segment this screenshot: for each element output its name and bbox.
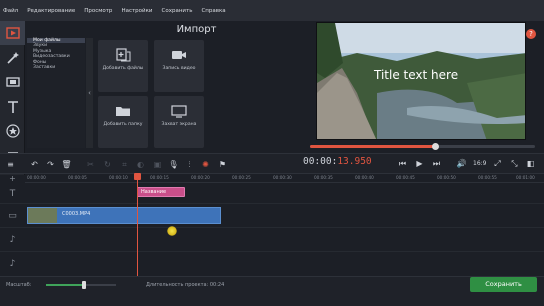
delete-icon[interactable]: 🗑 [60, 158, 73, 171]
mic-icon[interactable]: 🎙 [167, 158, 180, 171]
video-preview: Title text here [316, 22, 526, 140]
add-folder-button[interactable]: Добавить папку [98, 96, 148, 148]
ruler-tick: 00:00:15 [150, 175, 169, 180]
stabilize-icon[interactable]: ▣ [151, 158, 164, 171]
music-note-icon: ♪ [9, 235, 16, 245]
add-files-button[interactable]: Добавить файлы [98, 40, 148, 92]
fullscreen-icon[interactable]: ⤡ [508, 157, 521, 170]
chevron-left-icon: ‹ [88, 89, 91, 97]
add-files-icon [116, 48, 131, 62]
menu-help[interactable]: Справка [201, 8, 225, 14]
redo-icon[interactable]: ↷ [44, 158, 57, 171]
menu-settings[interactable]: Настройки [121, 8, 152, 14]
collapse-panel-button[interactable]: ‹ [86, 38, 93, 148]
video-camera-icon [172, 51, 186, 59]
menu-edit[interactable]: Редактирование [27, 8, 75, 14]
ruler-tick: 00:00:25 [232, 175, 251, 180]
ruler-tick: 00:00:10 [109, 175, 128, 180]
zoom-label: Масштаб: [6, 282, 32, 288]
crop-icon[interactable]: ⌗ [118, 158, 131, 171]
play-icon[interactable]: ▶ [413, 157, 426, 170]
skip-forward-icon[interactable]: ⏭ [430, 157, 443, 170]
undo-icon[interactable]: ↶ [28, 158, 41, 171]
save-button[interactable]: Сохранить [470, 277, 537, 292]
screen-capture-button[interactable]: Захват экрана [154, 96, 204, 148]
volume-icon[interactable]: 🔊 [455, 157, 468, 170]
project-duration: Длительность проекта: 00:24 [146, 282, 225, 288]
category-item[interactable]: Заставки [27, 65, 85, 70]
folder-icon [116, 107, 130, 116]
playhead-line [137, 174, 138, 276]
title-icon[interactable] [0, 95, 25, 119]
left-toolbar [0, 21, 25, 175]
zoom-slider-handle[interactable] [82, 281, 86, 289]
title-track-icon: T [9, 189, 16, 199]
ruler-tick: 00:00:30 [273, 175, 292, 180]
video-clip-label: C0003.MP4 [62, 211, 91, 217]
color-icon[interactable]: ◐ [134, 158, 147, 171]
ruler-tick: 00:01:00 [516, 175, 535, 180]
video-track-icon: ▭ [8, 211, 17, 221]
cut-icon[interactable]: ✂ [84, 158, 97, 171]
ruler-tick: 00:00:40 [355, 175, 374, 180]
preview-scrubber-handle[interactable] [432, 143, 439, 150]
playhead-handle[interactable] [134, 173, 141, 180]
detach-preview-icon[interactable]: ◧ [524, 157, 537, 170]
ruler-tick: 00:00:50 [437, 175, 456, 180]
title-track [0, 184, 544, 204]
equalizer-icon[interactable]: ⫶ [183, 158, 196, 171]
ruler-tick: 00:00:00 [27, 175, 46, 180]
import-panel-title: Импорт [176, 24, 217, 35]
zoom-slider-fill [46, 284, 84, 286]
ruler-tick: 00:00:35 [314, 175, 333, 180]
menu-file[interactable]: Файл [3, 8, 18, 14]
audio-track-2 [0, 252, 544, 276]
video-clip-thumbnail [28, 208, 57, 223]
ruler-tick: 00:00:55 [478, 175, 497, 180]
film-strip-icon[interactable] [0, 70, 25, 94]
audio-track-1 [0, 228, 544, 252]
preview-scrubber-progress [310, 145, 435, 148]
import-icon[interactable] [0, 21, 25, 45]
ruler-tick: 00:00:20 [191, 175, 210, 180]
timecode: 00:00:13.950 [303, 156, 372, 167]
menu-bar: Файл Редактирование Просмотр Настройки С… [0, 0, 544, 21]
record-video-button[interactable]: Запись видео [154, 40, 204, 92]
ruler-tick: 00:00:05 [68, 175, 87, 180]
preview-title-overlay: Title text here [374, 68, 459, 82]
music-note-icon: ♪ [9, 259, 16, 269]
star-icon[interactable] [0, 119, 25, 143]
skip-back-icon[interactable]: ⏮ [396, 157, 409, 170]
menu-view[interactable]: Просмотр [84, 8, 112, 14]
menu-save[interactable]: Сохранить [162, 8, 193, 14]
flag-icon[interactable]: ⚑ [216, 158, 229, 171]
aspect-ratio-selector[interactable]: 16:9 [473, 160, 486, 167]
magic-wand-icon[interactable] [0, 46, 25, 70]
rotate-icon[interactable]: ↻ [101, 158, 114, 171]
snapshot-icon[interactable]: ⤢ [491, 157, 504, 170]
ruler-tick: 00:00:45 [396, 175, 415, 180]
help-icon[interactable]: ? [526, 29, 536, 39]
mouse-cursor-highlight [167, 226, 177, 236]
import-category-list: Мои файлы Звуки Музыка Видеозаставки Фон… [27, 38, 85, 148]
title-clip-label: Название [141, 188, 167, 195]
settings-icon[interactable]: ✺ [199, 158, 212, 171]
screen-capture-icon [171, 105, 187, 118]
more-tools-icon[interactable]: ≡ [4, 158, 17, 171]
